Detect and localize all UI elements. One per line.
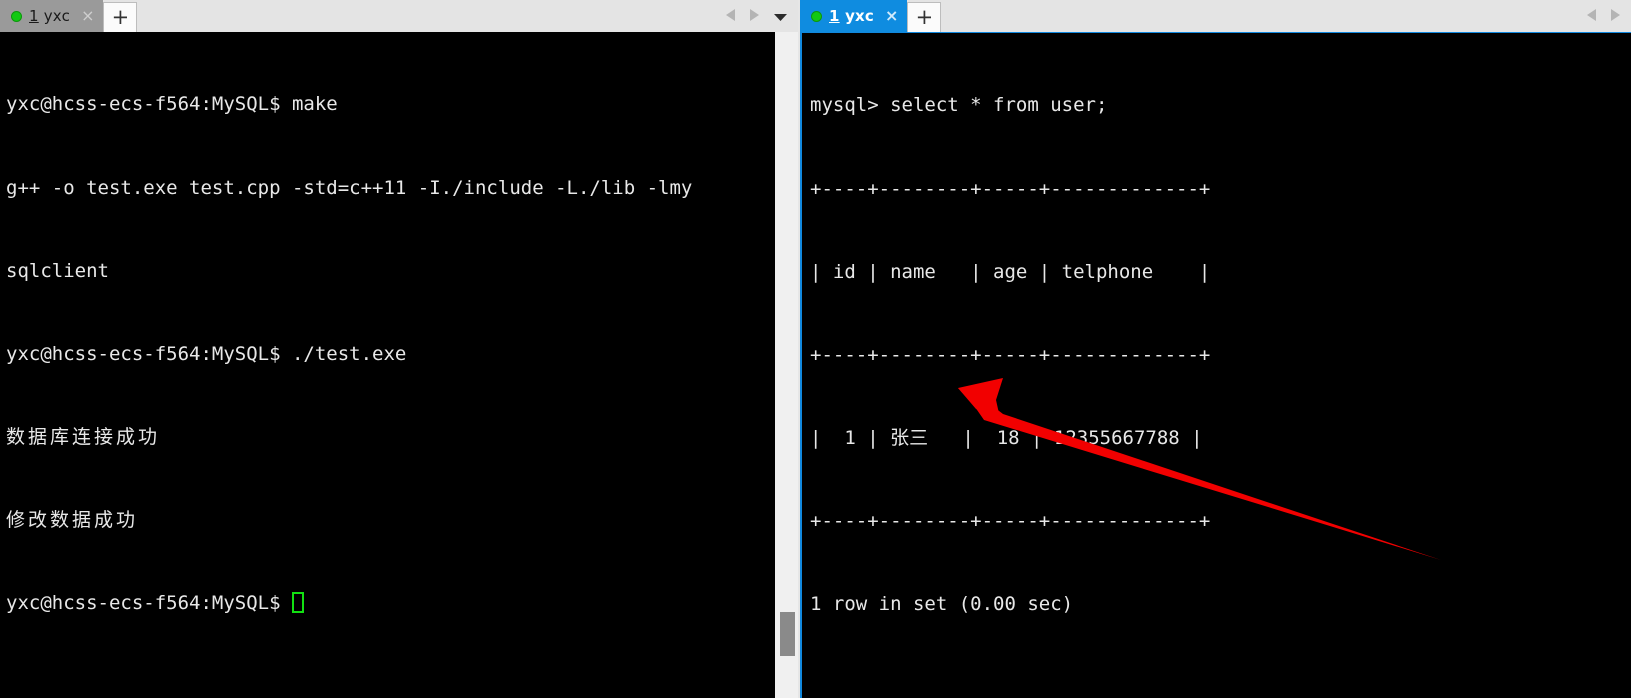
terminal-line: g++ -o test.exe test.cpp -std=c++11 -I./…: [6, 176, 693, 199]
right-tab-strip-spacer: [941, 0, 1576, 32]
chevron-right-icon[interactable]: [1610, 7, 1621, 26]
terminal-row-zhangsan: | 1 | 张三 | 18 | 12355667788 |: [810, 426, 1203, 449]
terminal-line: mysql> select * from user;: [810, 94, 1108, 117]
text-cursor: [291, 591, 304, 613]
left-terminal-output[interactable]: yxc@hcss-ecs-f564:MySQL$ make g++ -o tes…: [0, 32, 775, 698]
right-tab-strip: 1 yxc × +: [800, 0, 1631, 32]
left-scrollbar[interactable]: [775, 32, 798, 698]
left-tab-nav: [715, 0, 798, 32]
terminal-line: +----+--------+-----+-------------+: [810, 177, 1211, 200]
left-tab-label: 1 yxc: [29, 7, 70, 25]
terminal-line: 修改数据成功: [6, 508, 139, 531]
right-new-tab-button[interactable]: +: [907, 2, 942, 32]
close-icon[interactable]: ×: [81, 8, 94, 24]
terminal-line: 数据库连接成功: [6, 425, 161, 448]
terminal-line: | id | name | age | telphone |: [810, 260, 1211, 283]
right-tab-name: yxc: [845, 7, 875, 25]
right-terminal-pane: 1 yxc × + mysql> select * from user; +--…: [800, 0, 1631, 698]
terminal-line: sqlclient: [6, 259, 109, 282]
left-terminal-text: yxc@hcss-ecs-f564:MySQL$ make g++ -o tes…: [6, 36, 775, 673]
chevron-left-icon[interactable]: [725, 7, 736, 26]
right-tab-1[interactable]: 1 yxc ×: [800, 0, 908, 32]
right-tab-number: 1: [829, 7, 840, 25]
terminal-window: 1 yxc × + yxc@hcss-ecs-f564:MySQL$ make: [0, 0, 1631, 698]
close-icon[interactable]: ×: [885, 8, 898, 24]
terminal-line: yxc@hcss-ecs-f564:MySQL$ make: [6, 93, 338, 116]
chevron-down-icon[interactable]: [773, 7, 788, 26]
right-terminal-text: mysql> select * from user; +----+-------…: [810, 37, 1631, 698]
terminal-prompt-line: yxc@hcss-ecs-f564:MySQL$: [6, 590, 775, 618]
tab-status-dot-icon: [11, 10, 22, 22]
left-tab-strip-spacer: [137, 0, 715, 32]
left-tab-strip: 1 yxc × +: [0, 0, 798, 32]
left-prompt: yxc@hcss-ecs-f564:MySQL$: [6, 591, 292, 614]
left-tab-number: 1: [29, 7, 39, 25]
right-tab-label: 1 yxc: [829, 7, 874, 25]
right-terminal-output[interactable]: mysql> select * from user; +----+-------…: [800, 32, 1631, 698]
tab-status-dot-icon: [811, 10, 822, 22]
left-scrollbar-thumb[interactable]: [780, 612, 795, 656]
left-tab-name: yxc: [43, 7, 71, 25]
terminal-line: +----+--------+-----+-------------+: [810, 509, 1211, 532]
terminal-line: yxc@hcss-ecs-f564:MySQL$ ./test.exe: [6, 342, 407, 365]
left-terminal-pane: 1 yxc × + yxc@hcss-ecs-f564:MySQL$ make: [0, 0, 798, 698]
left-new-tab-button[interactable]: +: [103, 2, 138, 32]
chevron-left-icon[interactable]: [1586, 7, 1597, 26]
terminal-line: +----+--------+-----+-------------+: [810, 343, 1211, 366]
right-tab-nav: [1576, 0, 1631, 32]
terminal-line: 1 row in set (0.00 sec): [810, 592, 1074, 615]
chevron-right-icon[interactable]: [749, 7, 760, 26]
left-tab-1[interactable]: 1 yxc ×: [0, 0, 104, 32]
